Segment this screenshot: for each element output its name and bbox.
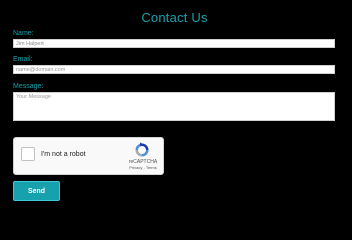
message-field[interactable]	[13, 92, 335, 121]
message-label: Message:	[13, 83, 44, 90]
recaptcha-label: I'm not a robot	[41, 151, 86, 158]
email-field[interactable]	[13, 65, 335, 74]
send-button[interactable]: Send	[13, 181, 60, 201]
name-label: Name:	[13, 30, 34, 37]
contact-page: Contact Us Name: Email: Message: I'm not…	[0, 0, 352, 212]
name-field[interactable]	[13, 39, 335, 48]
recaptcha-logo-icon	[135, 142, 149, 157]
recaptcha-checkbox[interactable]	[21, 147, 35, 161]
recaptcha-widget: I'm not a robot reCAPTCHA Privacy - Term…	[13, 137, 164, 175]
page-title: Contact Us	[141, 10, 208, 25]
email-label: Email:	[13, 56, 33, 63]
recaptcha-links[interactable]: Privacy - Terms	[127, 165, 159, 170]
